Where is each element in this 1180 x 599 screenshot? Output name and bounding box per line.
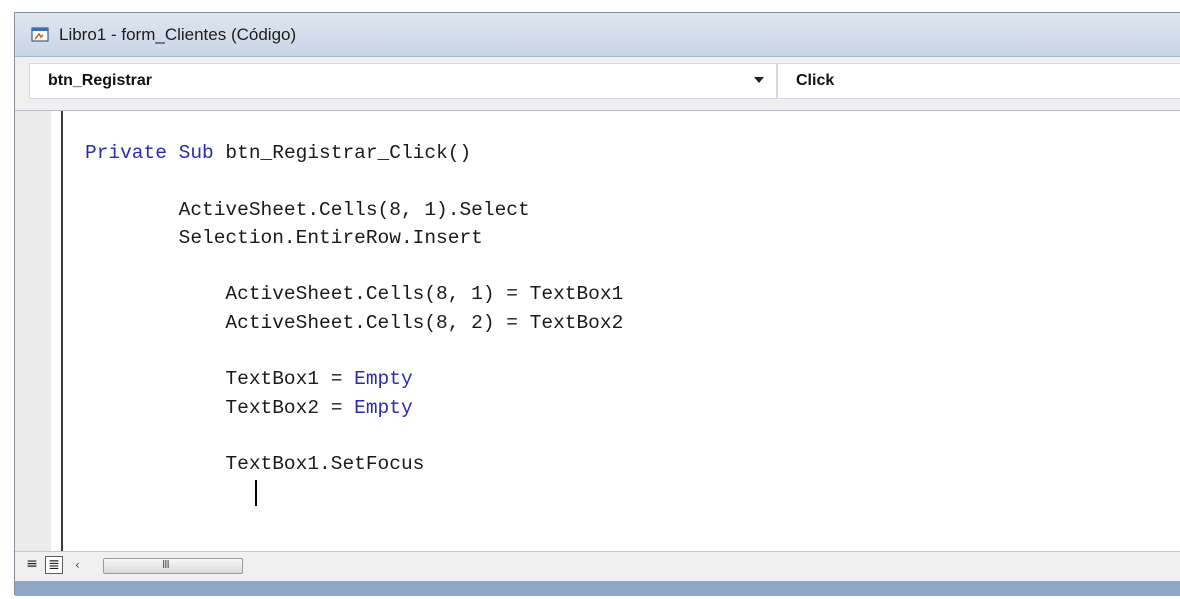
chevron-down-icon[interactable] [754,77,764,83]
procedure-dropdown[interactable]: Click [777,63,1180,99]
editor-footer: ≡ ≣ ‹ III [15,551,1180,582]
procedure-dropdown-value: Click [796,72,835,89]
title-bar[interactable]: Libro1 - form_Clientes (Código) [15,13,1180,57]
form-code-icon [31,27,49,42]
margin-indicator-bar[interactable] [15,111,51,551]
code-keyword: Sub [178,142,214,164]
code-keyword: Empty [354,396,413,419]
code-line[interactable]: ActiveSheet.Cells(8, 2) = TextBox2 [85,309,623,337]
code-line[interactable]: ActiveSheet.Cells(8, 1) = TextBox1 [85,280,623,308]
object-dropdown[interactable]: btn_Registrar [29,63,777,99]
scroll-left-icon[interactable]: ‹ [75,558,80,572]
code-line[interactable] [85,252,623,280]
code-line[interactable] [85,167,623,195]
code-line[interactable]: TextBox1 = Empty [85,365,623,393]
text-cursor [255,480,257,506]
code-area[interactable]: Private Sub btn_Registrar_Click() Active… [85,139,623,479]
procedure-view-icon[interactable]: ≡ [23,556,41,574]
code-keyword: Private [85,142,167,164]
code-window: Libro1 - form_Clientes (Código) btn_Regi… [14,12,1180,596]
code-line[interactable]: TextBox2 = Empty [85,394,623,422]
scrollbar-grip: III [162,558,170,571]
code-line[interactable] [85,337,623,365]
window-title: Libro1 - form_Clientes (Código) [59,25,297,44]
code-line[interactable]: TextBox1.SetFocus [85,450,623,478]
horizontal-scrollbar-thumb[interactable]: III [103,558,243,574]
full-module-view-icon[interactable]: ≣ [45,556,63,574]
code-line[interactable]: Selection.EntireRow.Insert [85,224,623,252]
code-line[interactable]: Private Sub btn_Registrar_Click() [85,139,623,167]
code-keyword: Empty [354,368,413,391]
code-line[interactable] [85,422,623,450]
window-bottom-border [15,581,1180,596]
combo-bar: btn_Registrar Click [15,57,1180,111]
code-editor[interactable]: Private Sub btn_Registrar_Click() Active… [15,111,1180,551]
procedure-separator-line [61,111,63,551]
code-line[interactable]: ActiveSheet.Cells(8, 1).Select [85,196,623,224]
object-dropdown-value: btn_Registrar [48,72,153,89]
